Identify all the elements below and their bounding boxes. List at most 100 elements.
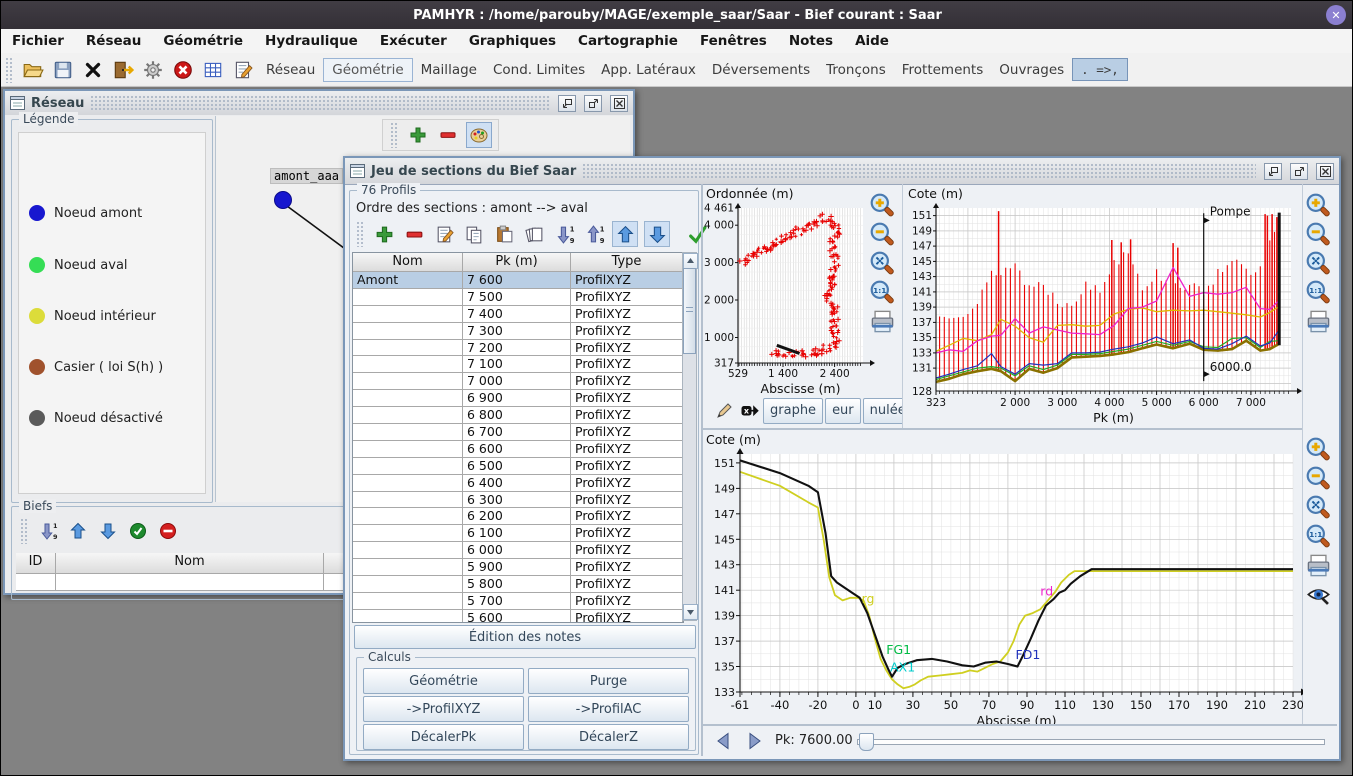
table-row[interactable]: Amont7 600ProfilXYZ <box>353 272 683 289</box>
scroll-up-button[interactable] <box>683 253 698 269</box>
horizontal-splitter[interactable] <box>703 428 1303 430</box>
reseau-maximize-button[interactable] <box>584 95 602 112</box>
paste-icon[interactable] <box>492 222 516 246</box>
biefs-cell[interactable] <box>16 574 56 590</box>
type-cell[interactable]: ProfilXYZ <box>571 390 683 406</box>
pk-cell[interactable]: 6 500 <box>463 458 571 474</box>
reseau-window-titlebar[interactable]: Réseau <box>5 91 633 116</box>
menu-item-graphiques[interactable]: Graphiques <box>458 33 567 49</box>
menu-item-géométrie[interactable]: Géométrie <box>152 33 254 49</box>
type-cell[interactable]: ProfilXYZ <box>571 542 683 558</box>
table-row[interactable]: 6 800ProfilXYZ <box>353 407 683 424</box>
pk-cell[interactable]: 7 300 <box>463 323 571 339</box>
gear-icon[interactable] <box>141 58 165 82</box>
table-row[interactable]: 7 200ProfilXYZ <box>353 340 683 357</box>
type-cell[interactable]: ProfilXYZ <box>571 441 683 457</box>
table-row[interactable]: 7 000ProfilXYZ <box>353 373 683 390</box>
printer-icon[interactable] <box>1305 552 1337 579</box>
type-cell[interactable]: ProfilXYZ <box>571 272 683 288</box>
toolbar-button-app-latéraux[interactable]: App. Latéraux <box>593 59 704 81</box>
nom-cell[interactable] <box>353 356 463 372</box>
window-close-button[interactable]: ✕ <box>1326 5 1346 25</box>
arrow-up-icon[interactable] <box>612 221 638 247</box>
calc-button--profilxyz[interactable]: ->ProfilXYZ <box>363 696 524 722</box>
table-row[interactable]: 6 900ProfilXYZ <box>353 390 683 407</box>
sections-close-button[interactable] <box>1316 163 1334 180</box>
menu-item-aide[interactable]: Aide <box>844 33 900 49</box>
nom-cell[interactable] <box>353 559 463 575</box>
calc-button-g-om-trie[interactable]: Géométrie <box>363 668 524 694</box>
pk-cell[interactable]: 6 800 <box>463 407 571 423</box>
table-row[interactable]: 6 500ProfilXYZ <box>353 458 683 475</box>
sections-window-titlebar[interactable]: Jeu de sections du Bief Saar <box>345 158 1339 185</box>
pk-cell[interactable]: 6 000 <box>463 542 571 558</box>
table-row[interactable]: 7 500ProfilXYZ <box>353 289 683 306</box>
reseau-close-button[interactable] <box>610 95 628 112</box>
pk-cell[interactable]: 6 100 <box>463 525 571 541</box>
nom-cell[interactable] <box>353 576 463 592</box>
eye-hand-icon[interactable] <box>1305 581 1337 608</box>
type-cell[interactable]: ProfilXYZ <box>571 323 683 339</box>
table-row[interactable]: 6 100ProfilXYZ <box>353 525 683 542</box>
pk-cell[interactable]: 7 400 <box>463 306 571 322</box>
biefs-cell[interactable] <box>56 574 324 590</box>
pk-cell[interactable]: 7 100 <box>463 356 571 372</box>
pk-cell[interactable]: 7 200 <box>463 340 571 356</box>
calc-button--profilac[interactable]: ->ProfilAC <box>528 696 689 722</box>
sort-down-19-icon[interactable]: 19 <box>36 519 60 543</box>
edit-icon[interactable] <box>432 222 456 246</box>
menu-item-exécuter[interactable]: Exécuter <box>369 33 458 49</box>
calc-button-d-calerz[interactable]: DécalerZ <box>528 724 689 750</box>
zoom-fit-icon[interactable] <box>869 250 901 277</box>
pk-cell[interactable]: 6 400 <box>463 475 571 491</box>
menu-item-réseau[interactable]: Réseau <box>75 33 152 49</box>
nom-cell[interactable] <box>353 424 463 440</box>
pk-cell[interactable]: 7 000 <box>463 373 571 389</box>
nom-cell[interactable] <box>353 610 463 623</box>
plan-tab-nulées[interactable]: nulées <box>863 398 902 424</box>
table-row[interactable]: 6 300ProfilXYZ <box>353 492 683 509</box>
nom-cell[interactable] <box>353 508 463 524</box>
toolbar-button-tron-ons[interactable]: Tronçons <box>818 59 894 81</box>
pk-cell[interactable]: 5 800 <box>463 576 571 592</box>
check-circle-icon[interactable] <box>126 519 150 543</box>
toolbar-button-frottements[interactable]: Frottements <box>894 59 992 81</box>
save-icon[interactable] <box>51 58 75 82</box>
plus-icon[interactable] <box>372 222 396 246</box>
toolbar-button-ouvrages[interactable]: Ouvrages <box>991 59 1072 81</box>
sort-up-19-icon[interactable]: 19 <box>582 222 606 246</box>
table-row[interactable]: 6 600ProfilXYZ <box>353 441 683 458</box>
pk-cell[interactable]: 5 600 <box>463 610 571 623</box>
cross-section-chart[interactable]: rgFG1AX1FD1rd151149147145143141139137135… <box>704 446 1303 724</box>
toolbar-button-réseau[interactable]: Réseau <box>258 59 323 81</box>
sections-maximize-button[interactable] <box>1290 163 1308 180</box>
toolbar-button-déversements[interactable]: Déversements <box>704 59 818 81</box>
zoom-out-icon[interactable] <box>869 221 901 248</box>
type-cell[interactable]: ProfilXYZ <box>571 525 683 541</box>
type-cell[interactable]: ProfilXYZ <box>571 373 683 389</box>
edit-notes-button[interactable]: Édition des notes <box>354 625 696 649</box>
calc-button-purge[interactable]: Purge <box>528 668 689 694</box>
type-cell[interactable]: ProfilXYZ <box>571 458 683 474</box>
table-row[interactable]: 6 700ProfilXYZ <box>353 424 683 441</box>
pk-cell[interactable]: 5 700 <box>463 593 571 609</box>
pencil-icon[interactable] <box>714 399 734 423</box>
biefs-column-header[interactable]: ID <box>16 553 56 573</box>
type-cell[interactable]: ProfilXYZ <box>571 492 683 508</box>
nom-cell[interactable] <box>353 289 463 305</box>
menu-item-cartographie[interactable]: Cartographie <box>567 33 689 49</box>
grid-icon[interactable] <box>201 58 225 82</box>
notes-icon[interactable] <box>231 58 255 82</box>
nom-cell[interactable] <box>353 458 463 474</box>
slider-thumb[interactable] <box>859 733 874 751</box>
nom-cell[interactable] <box>353 525 463 541</box>
zoom-out-icon[interactable] <box>1305 221 1337 248</box>
zoom-in-icon[interactable] <box>1305 192 1337 219</box>
pk-cell[interactable]: 6 200 <box>463 508 571 524</box>
toolbar-button-cond-limites[interactable]: Cond. Limites <box>485 59 593 81</box>
type-cell[interactable]: ProfilXYZ <box>571 610 683 623</box>
table-row[interactable]: 6 400ProfilXYZ <box>353 475 683 492</box>
toolbar-handle[interactable] <box>5 57 14 83</box>
slider-track[interactable] <box>857 739 1325 745</box>
minus-circle-icon[interactable] <box>156 519 180 543</box>
